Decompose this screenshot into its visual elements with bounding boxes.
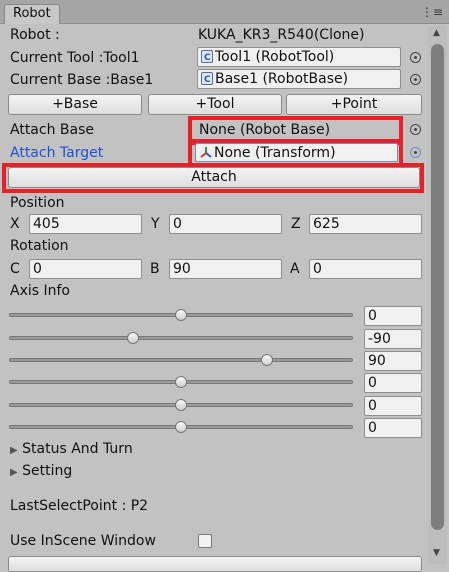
status-and-turn-label: Status And Turn — [22, 441, 133, 457]
axis-value-field[interactable]: 90 — [364, 351, 422, 371]
object-picker-icon[interactable] — [410, 147, 421, 158]
add-tool-button[interactable]: +Tool — [148, 94, 282, 115]
position-y-field[interactable]: 0 — [169, 214, 282, 234]
rotation-c-field[interactable]: 0 — [29, 259, 142, 279]
attach-base-field[interactable]: None (Robot Base) — [199, 121, 330, 139]
axis-slider-track[interactable] — [9, 358, 353, 362]
setting-foldout[interactable]: ▶ Setting — [10, 462, 72, 482]
use-inscene-window-checkbox[interactable] — [198, 534, 212, 548]
current-base-label: Current Base :Base1 — [10, 72, 154, 88]
last-select-point: LastSelectPoint : P2 — [10, 498, 149, 514]
foldout-arrow-icon: ▶ — [10, 445, 18, 456]
foldout-arrow-icon: ▶ — [10, 467, 18, 478]
position-x-field[interactable]: 405 — [29, 214, 142, 234]
axis-slider-thumb[interactable] — [175, 421, 187, 433]
z-label: Z — [291, 216, 301, 232]
status-and-turn-foldout[interactable]: ▶ Status And Turn — [10, 440, 133, 460]
axis-slider-thumb[interactable] — [175, 309, 187, 321]
axis-slider-track[interactable] — [9, 336, 353, 340]
bottom-button-partial[interactable] — [8, 556, 422, 572]
scroll-down-icon[interactable]: ▼ — [433, 548, 440, 558]
rotation-b-field[interactable]: 90 — [169, 259, 282, 279]
axis-slider-thumb[interactable] — [126, 332, 139, 344]
axis-value-field[interactable]: 0 — [364, 396, 422, 416]
axis-info-label: Axis Info — [10, 283, 70, 299]
c-label: C — [10, 261, 20, 277]
attach-button[interactable]: Attach — [8, 167, 420, 188]
current-tool-label: Current Tool :Tool1 — [10, 50, 140, 66]
axis-value-field[interactable]: 0 — [364, 306, 422, 326]
component-icon — [201, 49, 213, 66]
object-picker-icon[interactable] — [410, 124, 421, 135]
y-label: Y — [151, 216, 160, 232]
transform-icon — [200, 147, 212, 158]
attach-base-label: Attach Base — [10, 122, 94, 138]
panel-titlebar — [0, 0, 449, 24]
axis-value-field[interactable]: 0 — [364, 373, 422, 393]
position-z-field[interactable]: 625 — [309, 214, 422, 234]
b-label: B — [150, 261, 160, 277]
axis-value-field[interactable]: 0 — [364, 418, 422, 438]
robot-name: KUKA_KR3_R540(Clone) — [198, 27, 365, 43]
axis-slider-thumb[interactable] — [175, 376, 187, 388]
attach-target-value: None (Transform) — [214, 145, 336, 161]
panel-menu-icon[interactable]: ⋮≡ — [421, 5, 443, 19]
current-base-field[interactable]: Base1 (RobotBase) — [197, 69, 401, 89]
rotation-label: Rotation — [10, 238, 69, 254]
component-icon — [201, 71, 213, 88]
scrollbar-thumb[interactable] — [431, 44, 444, 530]
axis-slider-thumb[interactable] — [175, 399, 187, 411]
a-label: A — [290, 261, 300, 277]
position-label: Position — [10, 195, 65, 211]
current-base-value: Base1 (RobotBase) — [215, 71, 349, 87]
scroll-up-icon[interactable]: ▲ — [433, 28, 440, 38]
add-point-button[interactable]: +Point — [286, 94, 422, 115]
use-inscene-window-label: Use InScene Window — [10, 533, 156, 549]
setting-label: Setting — [22, 463, 73, 479]
axis-value-field[interactable]: -90 — [364, 329, 422, 349]
current-tool-value: Tool1 (RobotTool) — [215, 49, 335, 65]
attach-target-label: Attach Target — [10, 145, 104, 161]
axis-slider-thumb[interactable] — [261, 354, 273, 366]
robot-label: Robot : — [10, 27, 60, 43]
add-base-button[interactable]: +Base — [8, 94, 142, 115]
object-picker-icon[interactable] — [410, 52, 421, 63]
rotation-a-field[interactable]: 0 — [309, 259, 422, 279]
tab-robot[interactable]: Robot — [4, 4, 60, 24]
attach-target-field[interactable]: None (Transform) — [195, 143, 398, 162]
current-tool-field[interactable]: Tool1 (RobotTool) — [197, 47, 401, 67]
x-label: X — [10, 216, 20, 232]
object-picker-icon[interactable] — [410, 74, 421, 85]
